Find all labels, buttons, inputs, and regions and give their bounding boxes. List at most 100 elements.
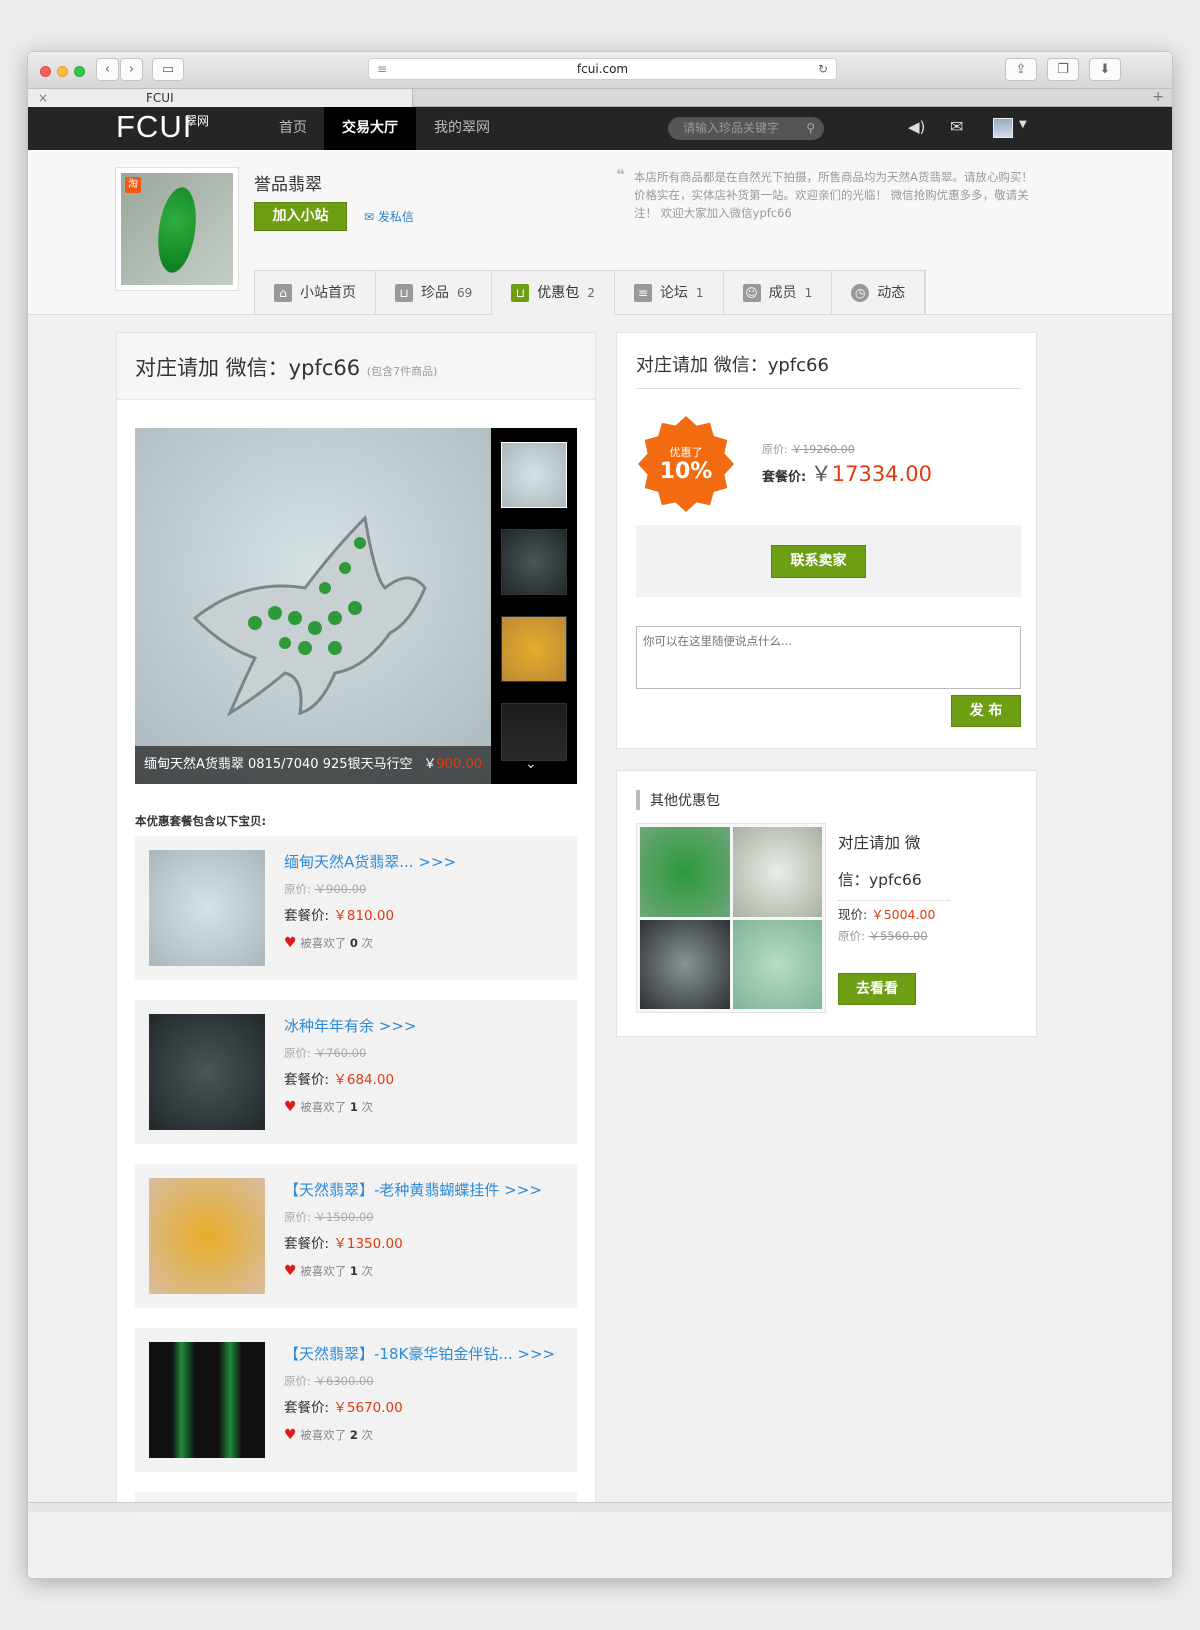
pkg-currency: ￥ — [810, 462, 832, 486]
thumbnail-3[interactable] — [501, 616, 567, 682]
other-package-images[interactable] — [636, 823, 826, 1013]
like-unit: 次 — [361, 1264, 374, 1278]
contact-seller-button[interactable]: 联系卖家 — [771, 545, 866, 578]
forward-icon[interactable]: › — [120, 58, 143, 81]
search-input[interactable]: 请输入珍品关键字 ⚲ — [668, 117, 824, 140]
tab-packages[interactable]: ⊔ 优惠包 2 — [492, 271, 615, 315]
item-original-price: 原价: ￥6300.00 — [284, 1373, 374, 1389]
orig-label: 原价: — [284, 1046, 311, 1060]
reader-icon[interactable]: ≡ — [377, 59, 387, 79]
now-label: 现价: — [838, 907, 868, 922]
share-icon[interactable]: ⇪ — [1005, 58, 1037, 81]
minimize-icon[interactable] — [57, 66, 68, 77]
tab-activity[interactable]: ◷ 动态 — [832, 271, 926, 314]
sidebar-icon[interactable]: ▭ — [152, 58, 184, 81]
orig-value: ￥760.00 — [314, 1046, 367, 1060]
item-likes: ♥ 被喜欢了 1 次 — [284, 1099, 373, 1115]
thumbnail-1[interactable] — [501, 442, 567, 508]
item-title-link[interactable]: 缅甸天然A货翡翠... >>> — [284, 851, 456, 872]
item-image[interactable] — [149, 1342, 265, 1458]
heart-icon[interactable]: ♥ — [284, 935, 297, 951]
tab-shop-home[interactable]: ⌂ 小站首页 — [255, 271, 376, 314]
search-icon[interactable]: ⚲ — [806, 117, 815, 140]
send-message-link[interactable]: ✉ 发私信 — [364, 208, 414, 225]
tab-members[interactable]: ☺ 成员 1 — [724, 271, 833, 314]
discount-badge: 优惠了 10% — [638, 416, 734, 512]
nav-trading-hall[interactable]: 交易大厅 — [324, 107, 416, 150]
zoom-icon[interactable] — [74, 66, 85, 77]
thumbnail-2[interactable] — [501, 529, 567, 595]
new-tab-icon[interactable]: + — [1152, 89, 1164, 106]
chevron-down-icon[interactable]: ⌄ — [525, 756, 537, 772]
taobao-badge: 淘 — [125, 177, 141, 193]
tab-label: 优惠包 — [537, 284, 580, 301]
tab-treasures[interactable]: ⊔ 珍品 69 — [376, 271, 493, 314]
heart-icon[interactable]: ♥ — [284, 1427, 297, 1443]
tab-label: 珍品 — [421, 284, 449, 301]
list-item: 缅甸天然A货翡翠... >>> 原价: ￥900.00 套餐价: ￥810.00… — [135, 836, 577, 980]
list-item: 冰种年年有余 >>> 原价: ￥760.00 套餐价: ￥684.00 ♥ 被喜… — [135, 1000, 577, 1144]
close-icon[interactable] — [40, 66, 51, 77]
summary-package-price: 套餐价: ￥17334.00 — [762, 458, 932, 488]
speaker-icon[interactable]: ◀) — [908, 118, 925, 136]
item-image[interactable] — [149, 850, 265, 966]
tabs-icon[interactable]: ❐ — [1047, 58, 1079, 81]
item-original-price: 原价: ￥1500.00 — [284, 1209, 374, 1225]
url-text: fcui.com — [576, 62, 629, 76]
reload-icon[interactable]: ↻ — [818, 59, 828, 79]
item-title-link[interactable]: 冰种年年有余 >>> — [284, 1015, 416, 1036]
item-image[interactable] — [149, 1178, 265, 1294]
shop-avatar[interactable]: 淘 — [115, 167, 239, 291]
envelope-icon: ✉ — [364, 210, 378, 224]
site-logo[interactable]: FCUI — [116, 109, 192, 145]
orig-label: 原价: — [284, 882, 311, 896]
heart-icon[interactable]: ♥ — [284, 1263, 297, 1279]
tab-label: 动态 — [877, 284, 906, 301]
list-item: 【天然翡翠】-18K豪华铂金伴钻... >>> 原价: ￥6300.00 套餐价… — [135, 1328, 577, 1472]
browser-toolbar: ‹ › ▭ ≡ fcui.com ↻ ⇪ ❐ ⬇ — [28, 52, 1172, 89]
pkg-value: ￥5670.00 — [333, 1400, 403, 1416]
send-message-label: 发私信 — [377, 210, 414, 224]
package-title: 对庄请加 微信：ypfc66 (包含7件商品) — [117, 333, 595, 400]
view-package-button[interactable]: 去看看 — [838, 973, 916, 1005]
other-image-3 — [640, 919, 730, 1009]
tab-fcui[interactable]: × FCUI — [28, 89, 413, 107]
back-icon[interactable]: ‹ — [96, 58, 119, 81]
shop-notice-text: 本店所有商品都是在自然光下拍摄，所售商品均为天然A货翡翠。请放心购买！价格实在，… — [634, 170, 1033, 220]
pkg-label: 套餐价: — [284, 1400, 330, 1416]
like-label: 被喜欢了 — [300, 1428, 347, 1442]
close-tab-icon[interactable]: × — [38, 89, 48, 107]
nav-home[interactable]: 首页 — [262, 107, 324, 150]
like-unit: 次 — [361, 1428, 374, 1442]
other-package-name[interactable]: 对庄请加 微信：ypfc66 — [838, 825, 950, 901]
item-package-price: 套餐价: ￥1350.00 — [284, 1232, 403, 1252]
nav-my-cuiwang[interactable]: 我的翠网 — [418, 107, 506, 150]
join-shop-button[interactable]: 加入小站 — [254, 202, 347, 231]
mail-icon[interactable]: ✉ — [950, 117, 963, 136]
chevron-down-icon[interactable]: ▼ — [1019, 119, 1027, 130]
like-count: 0 — [349, 936, 358, 950]
item-title-link[interactable]: 【天然翡翠】-老种黄翡蝴蝶挂件 >>> — [284, 1179, 542, 1200]
pkg-label: 套餐价: — [762, 470, 807, 485]
item-image[interactable] — [149, 1014, 265, 1130]
contact-area: 联系卖家 — [636, 525, 1021, 597]
tab-forum[interactable]: ≡ 论坛 1 — [615, 271, 724, 314]
caption-price-value: 900.00 — [436, 757, 483, 772]
heart-icon[interactable]: ♥ — [284, 1099, 297, 1115]
main-product-image[interactable]: 缅甸天然A货翡翠 0815/7040 925银天马行空 ￥900.00 — [135, 428, 491, 784]
orig-value: ￥5560.00 — [868, 929, 928, 943]
avatar[interactable] — [993, 118, 1013, 138]
orig-label: 原价: — [284, 1210, 311, 1224]
site-logo-sub: 翠网 — [185, 114, 210, 128]
download-icon[interactable]: ⬇ — [1089, 58, 1121, 81]
publish-button[interactable]: 发 布 — [951, 695, 1021, 727]
shop-header: 淘 誉品翡翠 加入小站 ✉ 发私信 ❝ 本店所有商品都是在自然光下拍摄，所售商品… — [28, 150, 1172, 315]
item-title-link[interactable]: 【天然翡翠】-18K豪华铂金伴钻... >>> — [284, 1343, 555, 1364]
thumbnail-4[interactable] — [501, 703, 567, 761]
address-bar[interactable]: ≡ fcui.com ↻ — [368, 58, 837, 80]
comment-input[interactable] — [636, 626, 1021, 689]
package-panel: 对庄请加 微信：ypfc66 (包含7件商品) 缅甸天然A货翡翠 0815/70… — [116, 332, 596, 1522]
tab-count: 2 — [587, 285, 595, 300]
home-icon: ⌂ — [274, 283, 292, 302]
document-icon: ≡ — [633, 283, 652, 302]
